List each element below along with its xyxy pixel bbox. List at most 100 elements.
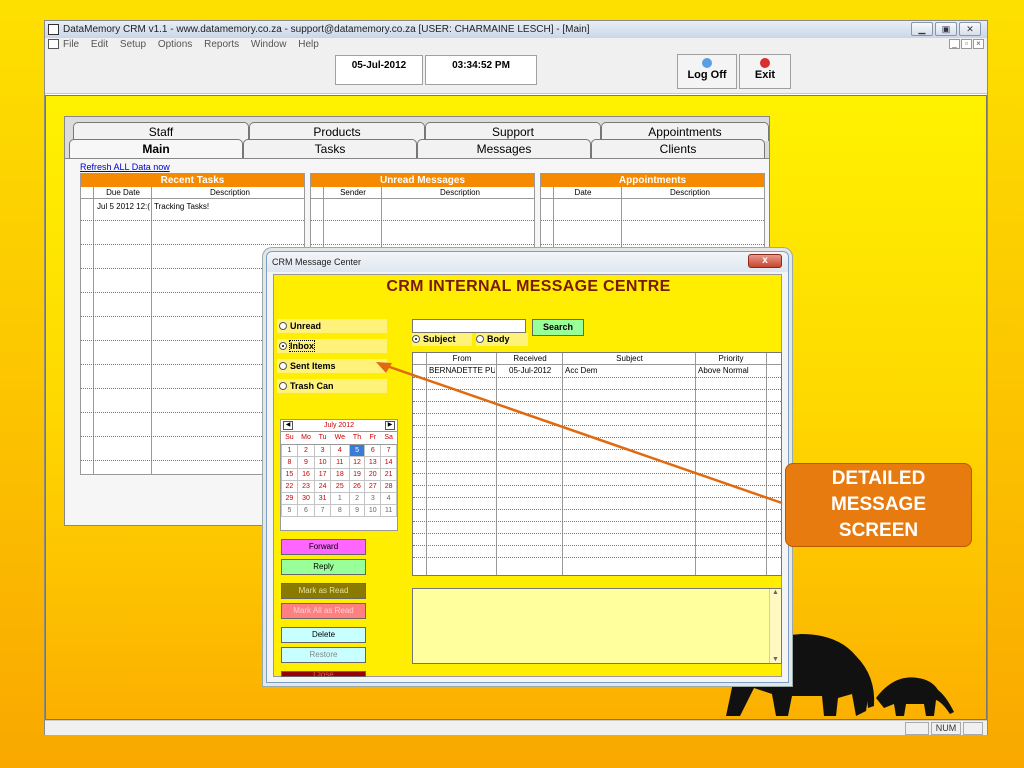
calendar-day[interactable]: 1 — [281, 443, 298, 457]
calendar-day[interactable]: 30 — [296, 491, 316, 505]
calendar-day[interactable]: 5 — [281, 503, 298, 517]
mark-all-read-button[interactable]: Mark All as Read — [281, 603, 366, 619]
col-description[interactable]: Description — [155, 187, 305, 198]
close-window-button[interactable]: ✕ — [959, 22, 981, 36]
preview-scrollbar[interactable]: ▲ ▼ — [769, 589, 781, 663]
radio-selected-icon — [279, 342, 287, 350]
menu-setup[interactable]: Setup — [120, 39, 146, 50]
calendar-day[interactable]: 4 — [330, 443, 350, 457]
unread-messages-header: Sender Description — [311, 187, 534, 199]
appointments-header: Date Description — [541, 187, 764, 199]
dow-label: Su — [281, 432, 298, 445]
menu-edit[interactable]: Edit — [91, 39, 108, 50]
calendar-day[interactable]: 8 — [281, 455, 298, 469]
calendar-day[interactable]: 24 — [314, 479, 332, 493]
calendar-day[interactable]: 31 — [314, 491, 332, 505]
col-description[interactable]: Description — [385, 187, 535, 198]
tab-tasks[interactable]: Tasks — [243, 139, 417, 158]
mdi-child-icon[interactable] — [48, 39, 59, 49]
scroll-down-icon[interactable]: ▼ — [770, 656, 781, 663]
mdi-close-button[interactable]: × — [973, 39, 984, 49]
callout-line2: MESSAGE — [830, 494, 927, 515]
search-button[interactable]: Search — [532, 319, 584, 336]
forward-button[interactable]: Forward — [281, 539, 366, 555]
calendar-day[interactable]: 17 — [314, 467, 332, 481]
appointments-title: Appointments — [541, 174, 764, 187]
calendar-day[interactable]: 6 — [296, 503, 316, 517]
restore-button[interactable]: Restore — [281, 647, 366, 663]
scope-subject-radio[interactable]: Subject — [412, 333, 472, 346]
folder-unread[interactable]: Unread — [277, 319, 387, 333]
col-date[interactable]: Date — [555, 187, 611, 198]
unread-messages-title: Unread Messages — [311, 174, 534, 187]
calendar-day[interactable]: 10 — [314, 455, 332, 469]
col-sender[interactable]: Sender — [325, 187, 381, 198]
logoff-button[interactable]: Log Off — [677, 54, 737, 89]
menu-options[interactable]: Options — [158, 39, 192, 50]
unread-messages-grid: Unread Messages Sender Description — [310, 173, 535, 253]
folder-inbox[interactable]: Inbox — [277, 339, 387, 353]
reply-button[interactable]: Reply — [281, 559, 366, 575]
calendar-day[interactable]: 23 — [296, 479, 316, 493]
tab-messages[interactable]: Messages — [417, 139, 591, 158]
calendar-day[interactable]: 12 — [348, 455, 366, 469]
mdi-minimize-button[interactable]: _ — [949, 39, 960, 49]
col-description[interactable]: Description — [615, 187, 765, 198]
radio-icon — [279, 322, 287, 330]
calendar-day-today[interactable]: 5 — [348, 443, 366, 457]
calendar-day[interactable]: 11 — [330, 455, 350, 469]
exit-label: Exit — [754, 69, 776, 81]
title-bar: DataMemory CRM v1.1 - www.datamemory.co.… — [45, 21, 987, 38]
refresh-link[interactable]: Refresh ALL Data now — [80, 162, 170, 172]
calendar-day[interactable]: 15 — [281, 467, 298, 481]
dow-label: We — [330, 432, 350, 445]
power-icon — [760, 58, 770, 68]
calendar-day[interactable]: 8 — [330, 503, 350, 517]
calendar-day[interactable]: 3 — [314, 443, 332, 457]
status-cell — [963, 722, 983, 735]
status-bar: NUM — [45, 720, 987, 735]
tab-main[interactable]: Main — [69, 139, 243, 158]
dialog-close-button[interactable]: x — [748, 254, 782, 268]
search-input[interactable] — [412, 319, 526, 333]
mark-read-button[interactable]: Mark as Read — [281, 583, 366, 599]
calendar-day[interactable]: 2 — [348, 491, 366, 505]
tab-clients[interactable]: Clients — [591, 139, 765, 158]
calendar-day[interactable]: 7 — [314, 503, 332, 517]
calendar-day[interactable]: 9 — [348, 503, 366, 517]
menu-reports[interactable]: Reports — [204, 39, 239, 50]
task-description[interactable]: Tracking Tasks! — [154, 202, 304, 211]
time-display: 03:34:52 PM — [425, 55, 537, 85]
calendar-day[interactable]: 29 — [281, 491, 298, 505]
task-due-date[interactable]: Jul 5 2012 12:( — [97, 202, 150, 211]
calendar-day[interactable]: 19 — [348, 467, 366, 481]
mdi-restore-button[interactable]: ▫ — [961, 39, 972, 49]
close-button[interactable]: Close — [281, 671, 366, 677]
menu-bar: File Edit Setup Options Reports Window H… — [45, 38, 987, 51]
radio-icon — [279, 382, 287, 390]
calendar-day[interactable]: 26 — [348, 479, 366, 493]
calendar-day[interactable]: 1 — [330, 491, 350, 505]
menu-help[interactable]: Help — [298, 39, 319, 50]
callout-box: DETAILED MESSAGE SCREEN — [785, 463, 972, 547]
logoff-label: Log Off — [687, 69, 727, 81]
scope-body-radio[interactable]: Body — [476, 333, 528, 346]
calendar-day[interactable]: 18 — [330, 467, 350, 481]
minimize-button[interactable]: ▁ — [911, 22, 933, 36]
prev-month-button[interactable]: ◀ — [283, 421, 293, 430]
calendar-day[interactable]: 16 — [296, 467, 316, 481]
scroll-up-icon[interactable]: ▲ — [770, 589, 781, 596]
calendar-day[interactable]: 25 — [330, 479, 350, 493]
logoff-icon — [702, 58, 712, 68]
exit-button[interactable]: Exit — [739, 54, 791, 89]
calendar-day[interactable]: 22 — [281, 479, 298, 493]
menu-file[interactable]: File — [63, 39, 79, 50]
calendar-day[interactable]: 2 — [296, 443, 316, 457]
maximize-button[interactable]: ▣ — [935, 22, 957, 36]
calendar-day[interactable]: 9 — [296, 455, 316, 469]
col-due-date[interactable]: Due Date — [95, 187, 151, 198]
delete-button[interactable]: Delete — [281, 627, 366, 643]
message-preview[interactable]: ▲ ▼ — [412, 588, 782, 664]
menu-window[interactable]: Window — [251, 39, 287, 50]
recent-tasks-title: Recent Tasks — [81, 174, 304, 187]
